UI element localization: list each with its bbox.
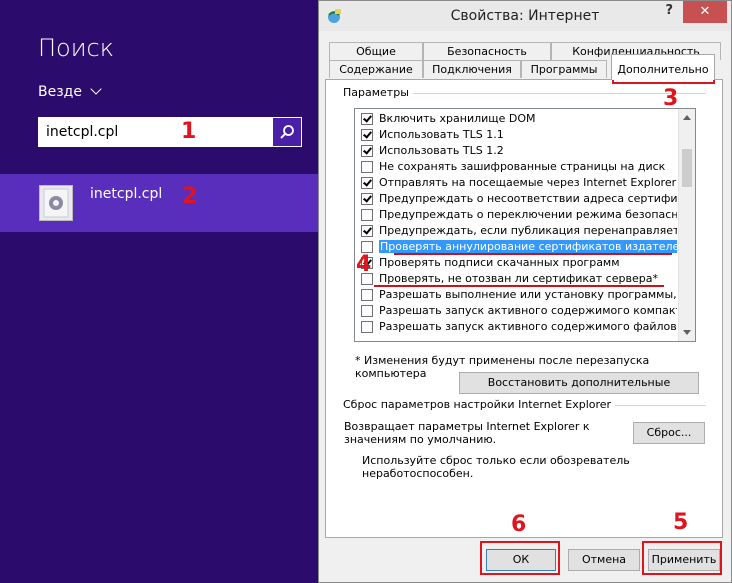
reset-description: Возвращает параметры Internet Explorer к… [344,420,590,446]
annotation-box-apply [642,541,722,575]
setting-label: Разрешать запуск активного содержимого ф… [379,320,677,333]
search-charm: Поиск Везде inetcpl.cpl [0,0,318,583]
settings-scrollbar[interactable] [678,109,695,341]
checkmark-icon [363,145,372,155]
setting-label: Предупреждать, если публикация перенапра… [379,224,677,237]
tab-row-bottom: Содержание Подключения Программы Дополни… [329,54,721,80]
setting-checkbox[interactable] [361,305,373,317]
params-label: Параметры [343,86,413,99]
setting-checkbox[interactable] [361,193,373,205]
setting-label: Разрешать выполнение или установку прогр… [379,288,677,301]
setting-label: Разрешать запуск активного содержимого к… [379,304,677,317]
setting-label: Проверять подписи скачанных программ [379,256,620,269]
reset-section-label: Сброс параметров настройки Internet Expl… [343,398,616,411]
setting-label: Использовать TLS 1.1 [379,128,504,141]
charm-title: Поиск [38,34,114,62]
params-divider [406,93,706,94]
scroll-thumb[interactable] [682,149,692,187]
setting-label: Отправлять на посещаемые через Internet … [379,176,677,189]
setting-item[interactable]: Предупреждать о несоответствии адреса се… [355,191,677,207]
setting-item[interactable]: Проверять подписи скачанных программ [355,255,677,271]
tab-advanced[interactable]: Дополнительно [611,54,715,80]
checkmark-icon [363,129,372,139]
setting-label: Проверять аннулирование сертификатов изд… [379,240,677,253]
advanced-tab-panel: Параметры Включить хранилище DOM Использо… [325,79,723,538]
tab-content[interactable]: Содержание [329,60,423,78]
annotation-box-ok [480,541,560,575]
setting-checkbox[interactable] [361,177,373,189]
setting-item[interactable]: Не сохранять зашифрованные страницы на д… [355,159,677,175]
setting-item[interactable]: Разрешать запуск активного содержимого к… [355,303,677,319]
setting-label: Проверять, не отозван ли сертификат серв… [379,272,658,285]
cancel-button[interactable]: Отмена [568,549,640,571]
chevron-down-icon [90,83,102,95]
setting-checkbox[interactable] [361,289,373,301]
settings-list[interactable]: Включить хранилище DOM Использовать TLS 1… [354,108,696,342]
checkmark-icon [363,193,372,203]
setting-item[interactable]: Предупреждать о переключении режима безо… [355,207,677,223]
tab-security[interactable]: Безопасность [423,42,551,60]
magnifier-icon [280,125,294,139]
annotation-step-5: 5 [673,510,689,535]
help-button[interactable]: ? [665,3,673,18]
annotation-underline-server [374,285,664,287]
title-bar[interactable]: Свойства: Интернет ? ✕ [319,1,731,31]
annotation-step-6: 6 [511,512,527,537]
scroll-down-icon[interactable] [683,330,691,335]
setting-item[interactable]: Отправлять на посещаемые через Internet … [355,175,677,191]
checkmark-icon [363,113,372,123]
search-result-item[interactable]: inetcpl.cpl [0,174,318,232]
setting-checkbox[interactable] [361,225,373,237]
setting-checkbox[interactable] [361,113,373,125]
scroll-up-icon[interactable] [683,115,691,120]
tab-connections[interactable]: Подключения [423,60,521,78]
close-button[interactable]: ✕ [683,1,727,23]
annotation-underline-publisher [394,253,672,255]
restore-advanced-button[interactable]: Восстановить дополнительные параметры [459,372,699,409]
search-scope-dropdown[interactable]: Везде [38,83,102,100]
setting-checkbox[interactable] [361,209,373,221]
setting-label: Предупреждать о несоответствии адреса се… [379,192,677,205]
search-button[interactable] [272,117,302,147]
setting-label: Использовать TLS 1.2 [379,144,504,157]
setting-label: Включить хранилище DOM [379,112,536,125]
annotation-step-1: 1 [181,119,197,144]
reset-note: Используйте сброс только если обозревате… [362,454,630,480]
annotation-step-2: 2 [182,184,198,209]
setting-item[interactable]: Включить хранилище DOM [355,111,677,127]
setting-item[interactable]: Использовать TLS 1.1 [355,127,677,143]
tab-general[interactable]: Общие [329,42,423,60]
annotation-step-3: 3 [663,86,679,111]
tab-programs[interactable]: Программы [521,60,607,78]
setting-item[interactable]: Разрешать выполнение или установку прогр… [355,287,677,303]
reset-button[interactable]: Сброс... [633,422,705,444]
setting-item[interactable]: Разрешать запуск активного содержимого ф… [355,319,677,335]
checkmark-icon [363,177,372,187]
setting-label: Предупреждать о переключении режима безо… [379,208,677,221]
search-result-label: inetcpl.cpl [90,186,163,202]
setting-checkbox[interactable] [361,129,373,141]
setting-checkbox[interactable] [361,145,373,157]
control-panel-file-icon [39,185,73,221]
checkmark-icon [363,225,372,235]
setting-item[interactable]: Предупреждать, если публикация перенапра… [355,223,677,239]
setting-label: Не сохранять зашифрованные страницы на д… [379,160,666,173]
setting-item[interactable]: Использовать TLS 1.2 [355,143,677,159]
setting-checkbox[interactable] [361,321,373,333]
search-scope-label: Везде [38,84,82,100]
search-box [38,117,302,147]
annotation-step-4: 4 [356,252,372,277]
search-input[interactable] [38,117,272,147]
setting-checkbox[interactable] [361,161,373,173]
